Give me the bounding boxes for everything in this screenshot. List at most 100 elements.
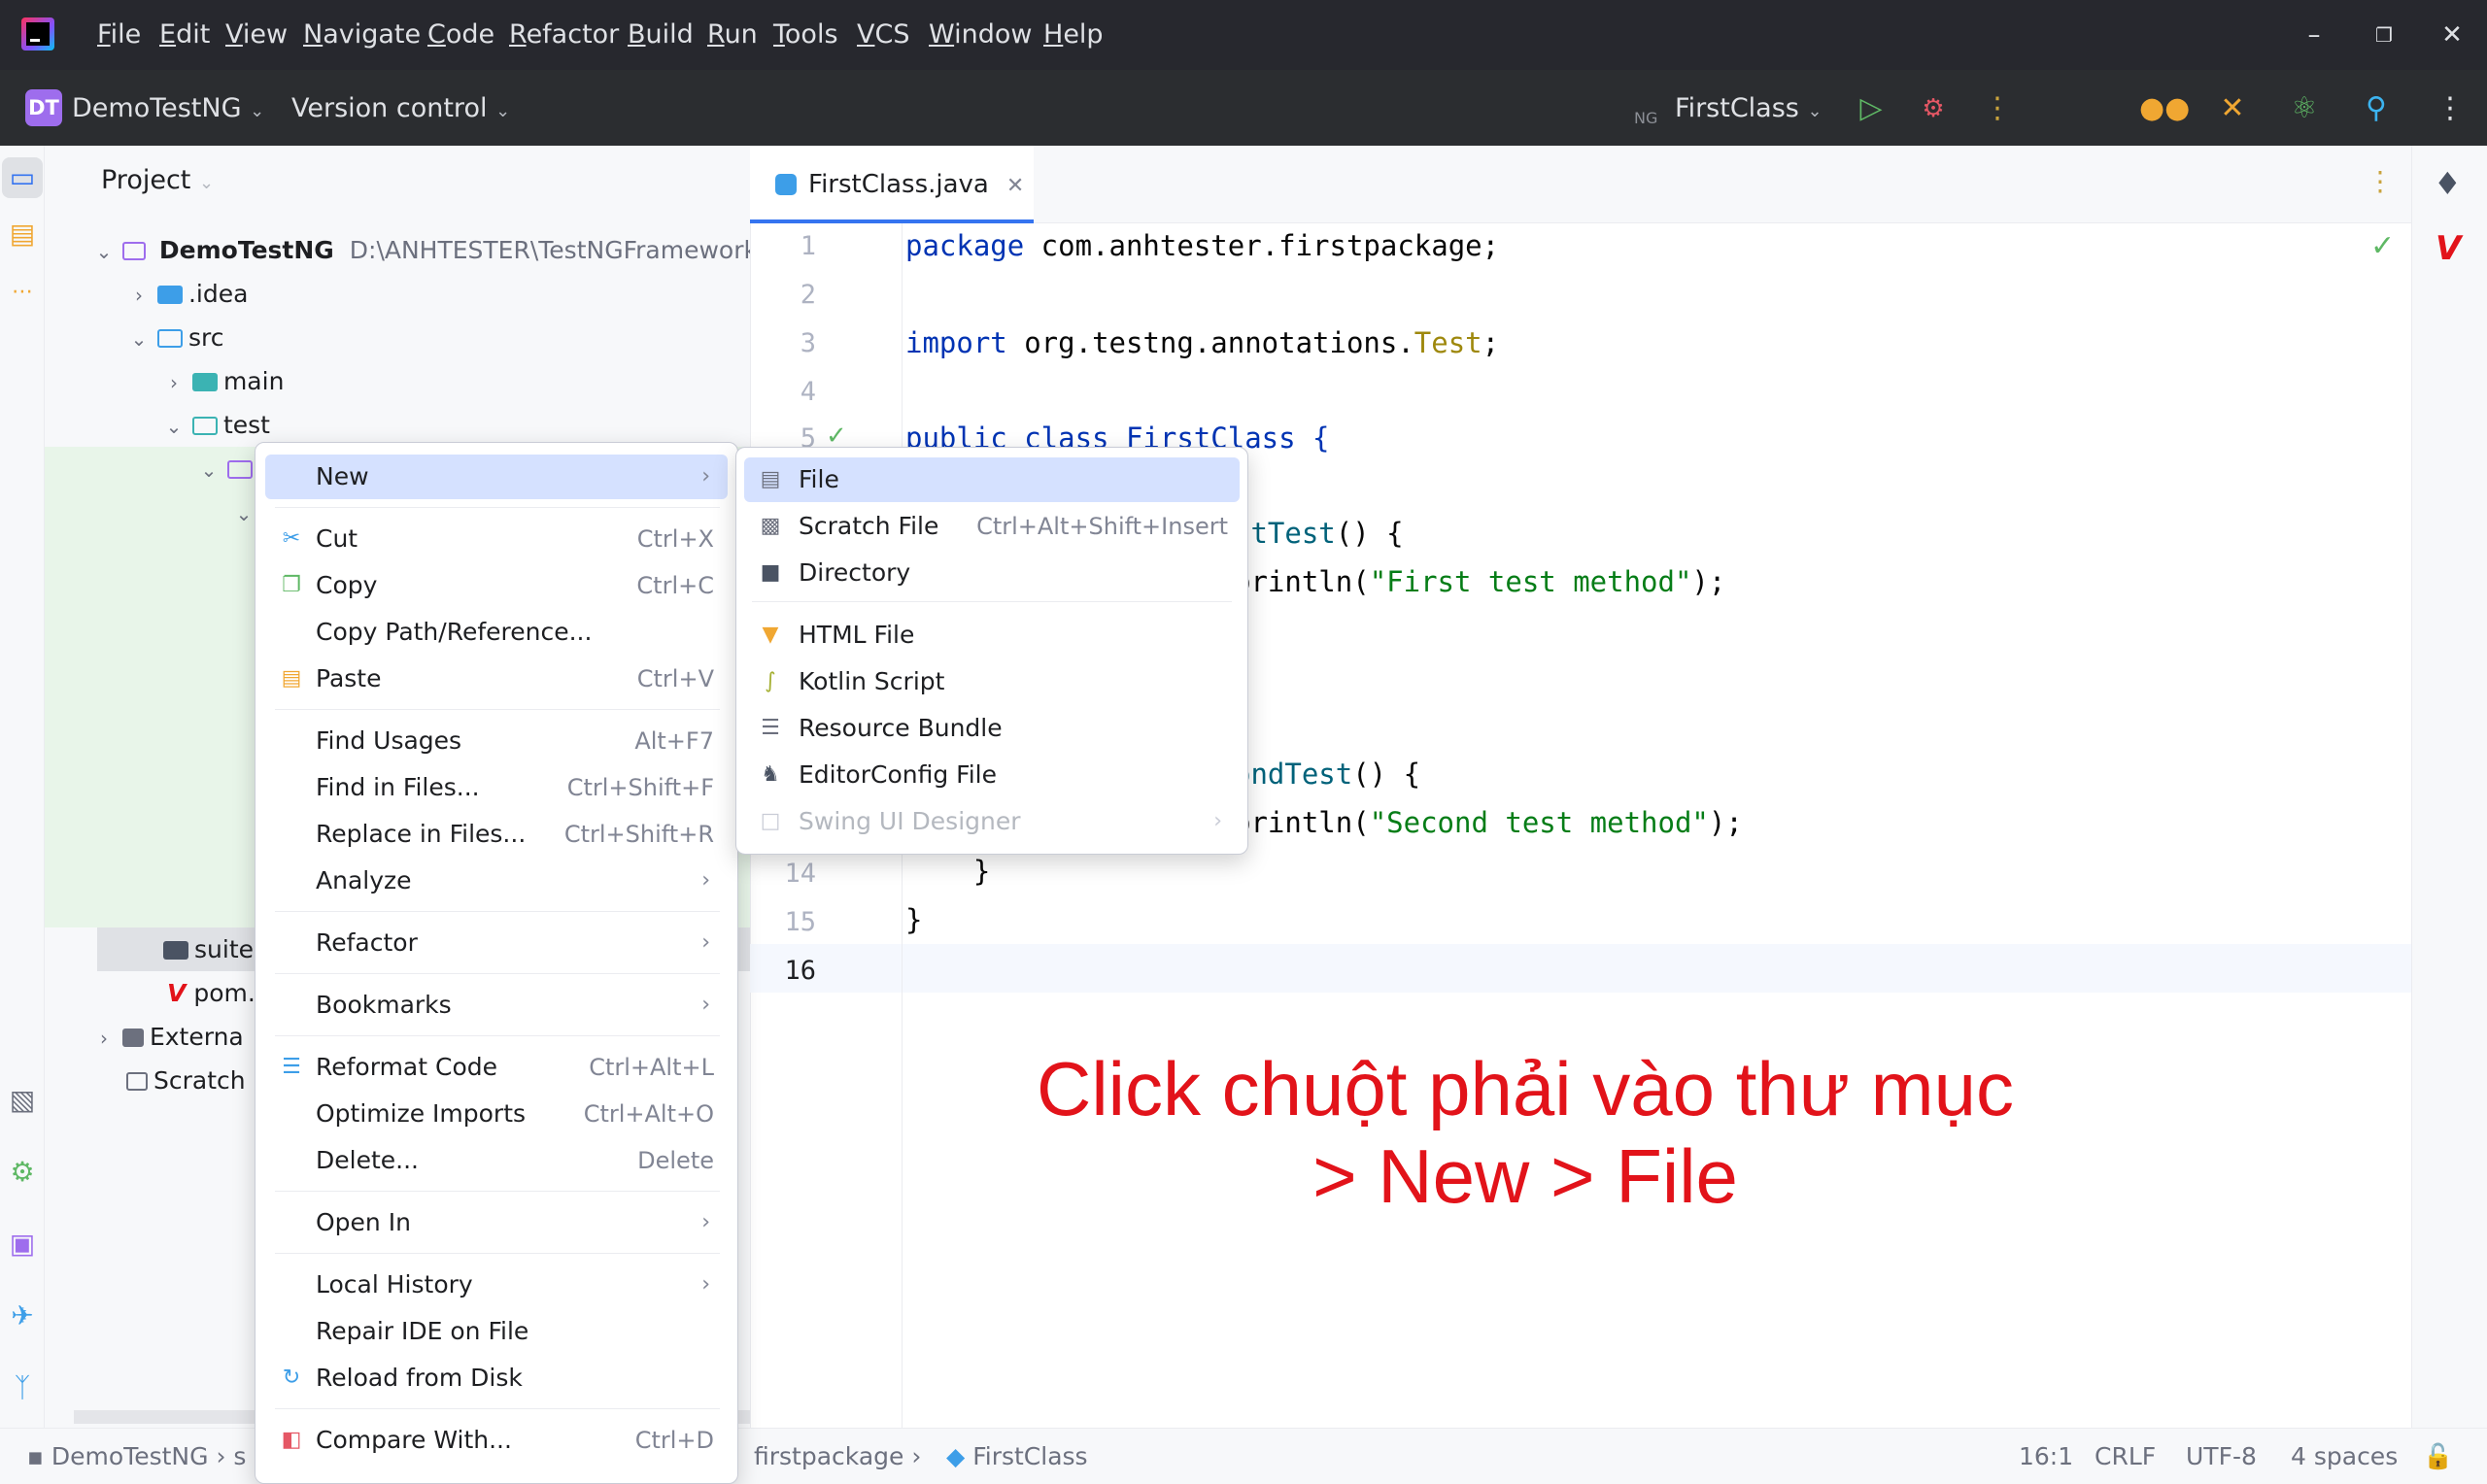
menu-file[interactable]: File xyxy=(97,17,141,52)
tree-row-java[interactable]: ⌄ xyxy=(198,447,258,490)
submenu-item-kotlin-script[interactable]: ∫ Kotlin Script xyxy=(744,659,1240,704)
menu-item-reload-from-disk[interactable]: ↻ Reload from Disk xyxy=(265,1356,728,1400)
code-line-14[interactable]: } xyxy=(905,855,990,888)
close-tab-icon[interactable]: ✕ xyxy=(1006,174,1024,198)
menu-view[interactable]: View xyxy=(225,17,288,52)
tree-row-project-root[interactable]: ⌄ DemoTestNG D:\ANHTESTER\TestNGFramewor… xyxy=(93,228,758,272)
menu-help[interactable]: Help xyxy=(1043,17,1104,52)
tree-row-src[interactable]: ⌄ src xyxy=(128,316,224,359)
tree-row-test[interactable]: ⌄ test xyxy=(163,403,270,447)
ai-assistant-icon[interactable]: ⚛ xyxy=(2285,89,2324,128)
maven-tool-icon[interactable]: V xyxy=(2436,229,2461,268)
structure-tool-icon[interactable]: ▤ xyxy=(2,214,43,254)
tree-row-scratches[interactable]: Scratch xyxy=(126,1059,246,1102)
menu-item-compare-with[interactable]: ◧ Compare With... Ctrl+D xyxy=(265,1418,728,1463)
menu-item-cut[interactable]: ✂ Cut Ctrl+X xyxy=(265,517,728,561)
menu-item-reformat-code[interactable]: ☰ Reformat Code Ctrl+Alt+L xyxy=(265,1045,728,1090)
tab-firstclass-java[interactable]: FirstClass.java ✕ xyxy=(750,146,1034,223)
menu-item-refactor[interactable]: Refactor › xyxy=(265,921,728,965)
code-line-7[interactable]: stTest() { xyxy=(1234,517,1404,550)
run-icon[interactable]: ▷ xyxy=(1852,89,1891,128)
editor-more-icon[interactable]: ⋮ xyxy=(2367,165,2394,197)
tree-row-package[interactable]: ⌄ xyxy=(233,490,255,534)
menu-navigate[interactable]: Navigate xyxy=(303,17,421,52)
breadcrumb-class[interactable]: ◆ FirstClass xyxy=(946,1442,1088,1471)
submenu-item-resource-bundle[interactable]: ☰ Resource Bundle xyxy=(744,706,1240,751)
breadcrumb-package[interactable]: firstpackage › xyxy=(754,1442,921,1471)
project-badge[interactable]: DT xyxy=(25,89,62,126)
code-line-15[interactable]: } xyxy=(905,903,922,936)
database-tool-icon[interactable]: ▧ xyxy=(2,1080,43,1121)
menu-item-copy[interactable]: ❐ Copy Ctrl+C xyxy=(265,563,728,608)
project-tool-icon[interactable]: ▭ xyxy=(2,157,43,198)
code-line-8[interactable]: println("First test method"); xyxy=(1234,565,1725,598)
project-panel-header[interactable]: Project ⌄ xyxy=(101,165,214,195)
search-icon[interactable]: ⚲ xyxy=(2357,89,2396,128)
tree-row-pom[interactable]: Vpom. xyxy=(167,971,256,1015)
menu-edit[interactable]: Edit xyxy=(159,17,210,52)
menu-item-new[interactable]: New › xyxy=(265,455,728,499)
problems-tool-icon[interactable]: ✈ xyxy=(2,1296,43,1336)
minimize-icon[interactable]: – xyxy=(2285,14,2343,56)
notifications-icon[interactable]: ♦ xyxy=(2434,165,2462,202)
menu-item-replace-in-files[interactable]: Replace in Files... Ctrl+Shift+R xyxy=(265,812,728,857)
menu-vcs[interactable]: VCS xyxy=(857,17,909,52)
menu-item-delete[interactable]: Delete... Delete xyxy=(265,1138,728,1183)
line-separator[interactable]: CRLF xyxy=(2095,1442,2156,1471)
submenu-item-swing-ui-designer[interactable]: □ Swing UI Designer › xyxy=(744,799,1240,844)
debug-icon[interactable]: ⚙ xyxy=(1914,89,1953,128)
menu-build[interactable]: Build xyxy=(628,17,694,52)
submenu-item-scratch-file[interactable]: ▩ Scratch File Ctrl+Alt+Shift+Insert xyxy=(744,504,1240,549)
line-number: 2 xyxy=(800,280,816,310)
git-tool-icon[interactable]: ᛉ xyxy=(2,1367,43,1408)
menu-tools[interactable]: Tools xyxy=(773,17,838,52)
version-control-selector[interactable]: Version control ⌄ xyxy=(291,91,510,129)
menu-code[interactable]: Code xyxy=(427,17,494,52)
breadcrumb-project[interactable]: ▪ DemoTestNG › s xyxy=(27,1442,246,1471)
menu-separator xyxy=(275,1253,720,1254)
project-selector[interactable]: DemoTestNG ⌄ xyxy=(72,91,264,129)
menu-run[interactable]: Run xyxy=(707,17,758,52)
run-config-selector[interactable]: FirstClass ⌄ xyxy=(1675,91,1823,129)
submenu-item-file[interactable]: ▤ File xyxy=(744,457,1240,502)
more-tools-icon[interactable]: ⋯ xyxy=(2,272,43,313)
build-tools-icon[interactable]: ✕ xyxy=(2213,89,2252,128)
submenu-item-html-file[interactable]: ▼ HTML File xyxy=(744,613,1240,658)
submenu-item-directory[interactable]: ■ Directory xyxy=(744,551,1240,595)
tree-row-suite[interactable]: suite xyxy=(163,928,254,971)
code-with-me-icon[interactable]: ●● xyxy=(2139,89,2190,128)
code-line-3[interactable]: import org.testng.annotations.Test; xyxy=(905,326,1499,359)
menu-item-paste[interactable]: ▤ Paste Ctrl+V xyxy=(265,657,728,701)
indent-setting[interactable]: 4 spaces xyxy=(2291,1442,2398,1471)
services-tool-icon[interactable]: ⚙ xyxy=(2,1152,43,1193)
settings-more-icon[interactable]: ⋮ xyxy=(2431,89,2470,128)
menu-item-find-in-files[interactable]: Find in Files... Ctrl+Shift+F xyxy=(265,765,728,810)
code-text: org.testng.annotations. xyxy=(1006,326,1414,359)
terminal-tool-icon[interactable]: ▣ xyxy=(2,1224,43,1265)
caret-position[interactable]: 16:1 xyxy=(2019,1442,2073,1471)
menu-item-bookmarks[interactable]: Bookmarks › xyxy=(265,983,728,1028)
restore-icon[interactable]: ❐ xyxy=(2355,14,2413,56)
menu-window[interactable]: Window xyxy=(929,17,1032,52)
file-encoding[interactable]: UTF-8 xyxy=(2186,1442,2257,1471)
code-line-1[interactable]: package com.anhtester.firstpackage; xyxy=(905,229,1499,262)
intellij-logo-icon[interactable] xyxy=(21,17,54,51)
menu-item-find-usages[interactable]: Find Usages Alt+F7 xyxy=(265,719,728,763)
submenu-item-editorconfig[interactable]: ♞ EditorConfig File xyxy=(744,753,1240,797)
lock-icon[interactable]: 🔓 xyxy=(2423,1442,2453,1471)
tree-row-main[interactable]: › main xyxy=(163,359,284,403)
inspection-ok-icon[interactable]: ✓ xyxy=(2370,229,2395,263)
menu-item-copy-path[interactable]: Copy Path/Reference... xyxy=(265,610,728,655)
more-vertical-icon[interactable]: ⋮ xyxy=(1978,89,2017,128)
menu-item-local-history[interactable]: Local History › xyxy=(265,1263,728,1307)
close-icon[interactable]: ✕ xyxy=(2423,14,2481,56)
code-line-13[interactable]: println("Second test method"); xyxy=(1234,806,1743,839)
menu-refactor[interactable]: Refactor xyxy=(509,17,619,52)
menu-item-optimize-imports[interactable]: Optimize Imports Ctrl+Alt+O xyxy=(265,1092,728,1136)
tree-row-external-libraries[interactable]: › Externa xyxy=(93,1015,244,1059)
menu-item-open-in[interactable]: Open In › xyxy=(265,1200,728,1245)
menu-item-analyze[interactable]: Analyze › xyxy=(265,859,728,903)
tree-row-idea[interactable]: › .idea xyxy=(128,272,248,316)
menu-item-repair-ide[interactable]: Repair IDE on File xyxy=(265,1309,728,1354)
code-line-12[interactable]: ondTest() { xyxy=(1234,758,1420,791)
